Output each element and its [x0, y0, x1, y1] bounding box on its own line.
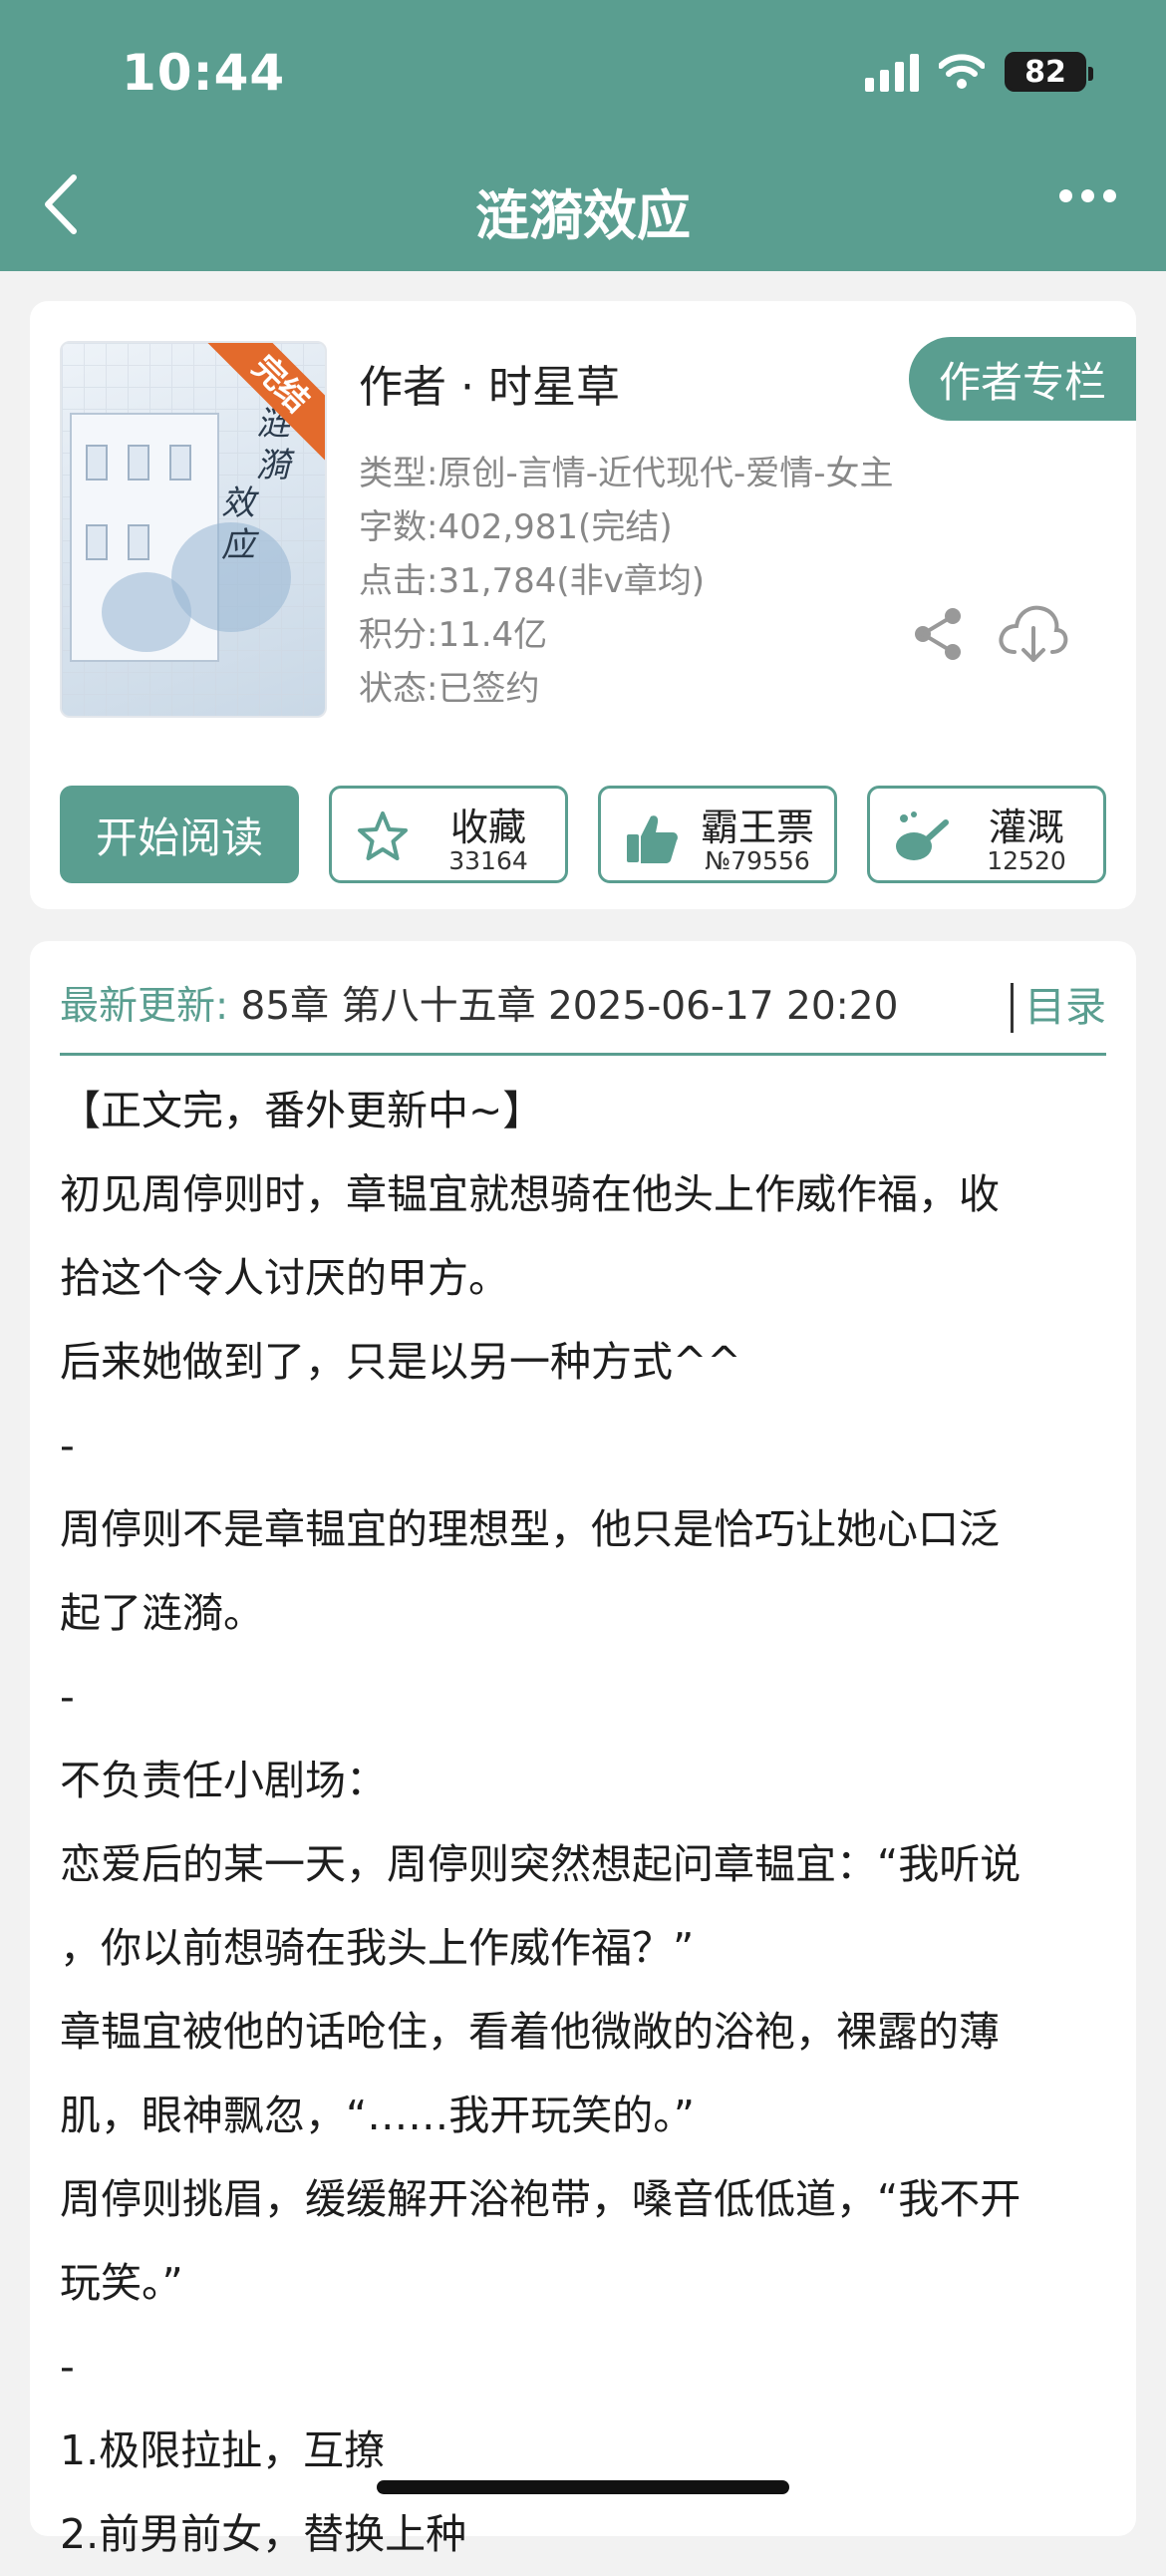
favorite-button[interactable]: 收藏 33164 [329, 786, 568, 883]
intro-line: 拾这个令人讨厌的甲方。 [60, 1254, 509, 1302]
meta-word-count: 字数:402,981(完结) [359, 507, 673, 547]
intro-line: 周停则不是章韫宜的理想型，他只是恰巧让她心口泛 [60, 1505, 1000, 1553]
intro-line: 玩笑。” [60, 2259, 183, 2307]
intro-line: 2.前男前女，替换上种 [60, 2510, 467, 2558]
water-button[interactable]: 灌溉 12520 [867, 786, 1106, 883]
intro-line: - [60, 1422, 75, 1469]
page-title: 涟漪效应 [475, 184, 691, 247]
intro-line: ，你以前想骑在我头上作威作福？” [60, 1924, 695, 1972]
intro-card: 最新更新: 85章 第八十五章 2025-06-17 20:20 目录 【正文完… [30, 941, 1136, 2558]
vote-count: №79556 [705, 846, 810, 875]
author-column-button[interactable]: 作者专栏 [909, 337, 1136, 421]
battery-icon: 82 [1005, 52, 1093, 92]
more-options-button[interactable] [1059, 189, 1116, 202]
intro-line: 【正文完，番外更新中~】 [60, 1087, 544, 1134]
intro-line: - [60, 2343, 75, 2391]
signal-icon [865, 52, 919, 92]
water-label: 灌溉 [988, 805, 1064, 849]
favorite-label: 收藏 [449, 805, 526, 849]
intro-line: 后来她做到了，只是以另一种方式^^ [60, 1338, 741, 1386]
intro-line: 恋爱后的某一天，周停则突然想起问章韫宜：“我听说 [60, 1840, 1021, 1888]
status-icons: 82 [865, 52, 1093, 92]
cover-title-2: 效应 [221, 483, 255, 565]
latest-update[interactable]: 最新更新: 85章 第八十五章 2025-06-17 20:20 目录 [60, 971, 1106, 1043]
vote-label: 霸王票 [700, 805, 814, 849]
share-icon[interactable] [909, 604, 969, 664]
intro-line: 肌，眼神飘忽，“……我开玩笑的。” [60, 2092, 695, 2139]
watering-can-icon [896, 811, 949, 860]
wifi-icon [939, 54, 985, 89]
download-icon[interactable] [997, 600, 1070, 666]
intro-line: 初见周停则时，章韫宜就想骑在他头上作威作福，收 [60, 1170, 1000, 1218]
meta-clicks: 点击:31,784(非v章均) [359, 561, 706, 601]
meta-score: 积分:11.4亿 [359, 615, 548, 655]
vote-button[interactable]: 霸王票 №79556 [598, 786, 837, 883]
water-count: 12520 [987, 846, 1066, 875]
intro-line: 周停则挑眉，缓缓解开浴袍带，嗓音低低道，“我不开 [60, 2175, 1021, 2223]
author-name[interactable]: 作者 · 时星草 [359, 351, 620, 415]
book-info-card: 涟漪 效应 完结 作者 · 时星草 作者专栏 类型:原创-言情-近代现代-爱情-… [30, 301, 1136, 909]
intro-line: 起了涟漪。 [60, 1589, 264, 1637]
start-reading-button[interactable]: 开始阅读 [60, 786, 299, 883]
intro-line: 不负责任小剧场： [60, 1757, 387, 1804]
update-underline [60, 1053, 1106, 1056]
star-icon [358, 811, 408, 860]
intro-line: 章韫宜被他的话呛住，看着他微敞的浴袍，裸露的薄 [60, 2008, 1000, 2056]
latest-update-label: 最新更新: [60, 984, 229, 1029]
app-header: 10:44 82 涟漪效应 [0, 0, 1166, 271]
book-cover[interactable]: 涟漪 效应 完结 [60, 341, 327, 718]
home-indicator[interactable] [377, 2480, 789, 2494]
book-meta: 类型:原创-言情-近代现代-爱情-女主 字数:402,981(完结) 点击:31… [359, 447, 894, 716]
meta-genre: 类型:原创-言情-近代现代-爱情-女主 [359, 454, 894, 493]
meta-status: 状态:已签约 [359, 669, 540, 709]
thumbs-up-icon [627, 815, 678, 863]
status-time: 10:44 [122, 44, 286, 102]
book-intro: 【正文完，番外更新中~】 初见周停则时，章韫宜就想骑在他头上作威作福，收 拾这个… [60, 1069, 1106, 2576]
toc-link[interactable]: 目录 [1024, 971, 1106, 1043]
divider [1011, 983, 1014, 1033]
intro-line: - [60, 1673, 75, 1721]
latest-chapter[interactable]: 85章 第八十五章 2025-06-17 20:20 [241, 984, 899, 1029]
favorite-count: 33164 [448, 846, 528, 875]
